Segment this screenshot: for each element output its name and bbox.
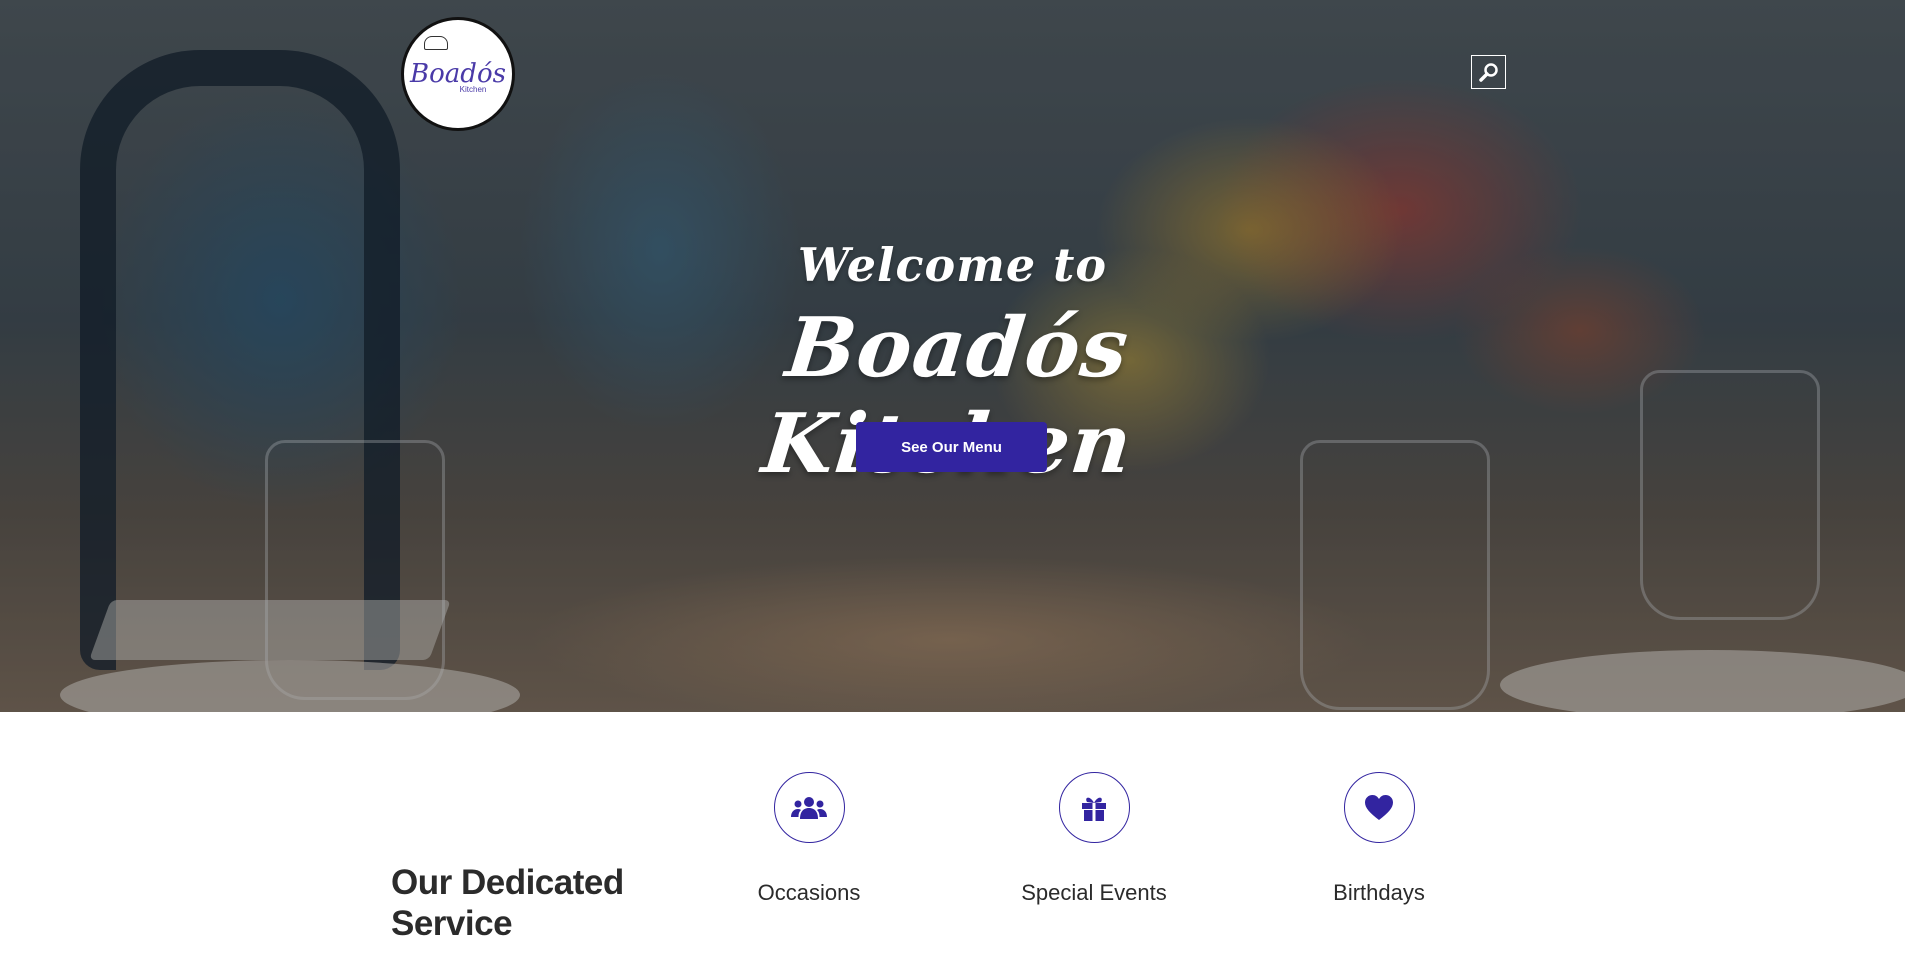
logo-name: Boadós bbox=[410, 58, 506, 89]
users-icon bbox=[791, 796, 827, 819]
services-title: Our Dedicated Service bbox=[391, 863, 624, 943]
see-menu-button[interactable]: See Our Menu bbox=[856, 422, 1047, 472]
search-button[interactable] bbox=[1471, 55, 1506, 89]
service-label: Special Events bbox=[1021, 880, 1167, 905]
service-special-events: Special Events bbox=[984, 772, 1204, 906]
logo-subtitle: Kitchen bbox=[459, 84, 487, 94]
search-icon bbox=[1478, 63, 1498, 82]
service-birthdays: Birthdays bbox=[1269, 772, 1489, 906]
gift-icon bbox=[1082, 797, 1106, 821]
site-logo[interactable]: Boadós Kitchen bbox=[401, 17, 515, 131]
service-icon-circle[interactable] bbox=[1058, 772, 1130, 843]
chef-hat-icon bbox=[424, 36, 448, 50]
service-label: Birthdays bbox=[1333, 880, 1425, 905]
service-occasions: Occasions bbox=[699, 772, 919, 906]
hero-welcome-text: Welcome to bbox=[797, 238, 1108, 292]
service-icon-circle[interactable] bbox=[773, 772, 845, 843]
service-icon-circle[interactable] bbox=[1343, 772, 1415, 843]
service-label: Occasions bbox=[757, 880, 861, 905]
hero-section: Boadós Kitchen Welcome to Boadós Kitchen… bbox=[0, 0, 1905, 712]
heart-icon bbox=[1365, 795, 1393, 820]
